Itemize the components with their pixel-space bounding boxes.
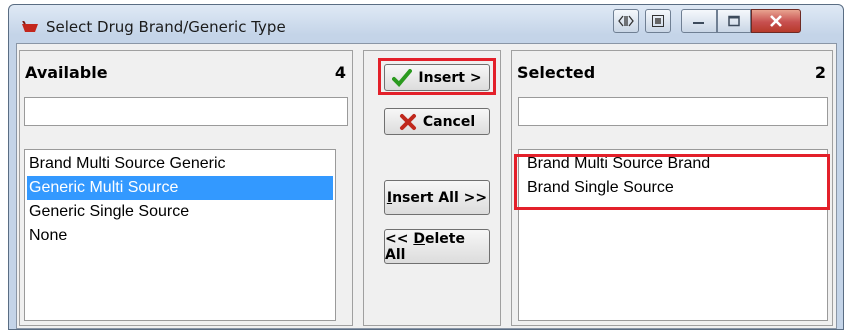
close-button[interactable]	[751, 9, 801, 33]
minimize-button[interactable]	[681, 9, 717, 33]
cancel-button[interactable]: Cancel	[384, 108, 490, 135]
selected-list[interactable]: Brand Multi Source Brand Brand Single So…	[518, 149, 828, 321]
available-panel: Available 4 Brand Multi Source Generic G…	[19, 50, 353, 326]
button-column: Insert > Cancel Insert All >> << Delete …	[363, 50, 501, 326]
list-item-selected[interactable]: Generic Multi Source	[27, 176, 333, 200]
insert-button[interactable]: Insert >	[384, 64, 490, 91]
window-title: Select Drug Brand/Generic Type	[46, 18, 286, 36]
delete-all-label: << Delete All	[385, 230, 465, 263]
list-item[interactable]: Brand Multi Source Generic	[27, 152, 333, 176]
insert-all-button[interactable]: Insert All >>	[384, 180, 490, 215]
app-icon	[22, 21, 38, 32]
maximize-button[interactable]	[717, 9, 751, 33]
list-item[interactable]: Brand Single Source	[521, 176, 825, 200]
checkmark-icon	[392, 68, 413, 87]
snap-toggle-icon[interactable]	[613, 9, 639, 33]
title-bar[interactable]: Select Drug Brand/Generic Type	[9, 5, 843, 45]
list-item[interactable]: Brand Multi Source Brand	[521, 152, 825, 176]
dialog-window: Select Drug Brand/Generic Type Available…	[8, 4, 844, 330]
selected-panel: Selected 2 Brand Multi Source Brand Bran…	[511, 50, 833, 326]
selected-heading: Selected	[517, 63, 596, 82]
available-count: 4	[334, 63, 346, 82]
delete-all-button[interactable]: << Delete All	[384, 229, 490, 264]
selected-filter-input[interactable]	[518, 97, 828, 126]
x-icon	[399, 113, 416, 130]
list-item[interactable]: None	[27, 224, 333, 248]
list-item[interactable]: Generic Single Source	[27, 200, 333, 224]
available-heading: Available	[25, 63, 108, 82]
available-filter-input[interactable]	[24, 97, 348, 126]
dialog-body: Available 4 Brand Multi Source Generic G…	[16, 43, 837, 329]
insert-button-label: Insert >	[418, 69, 482, 86]
cancel-button-label: Cancel	[422, 113, 476, 130]
available-list[interactable]: Brand Multi Source Generic Generic Multi…	[24, 149, 336, 321]
insert-all-label: Insert All >>	[386, 189, 488, 206]
selected-count: 2	[814, 63, 826, 82]
layout-icon[interactable]	[645, 9, 671, 33]
